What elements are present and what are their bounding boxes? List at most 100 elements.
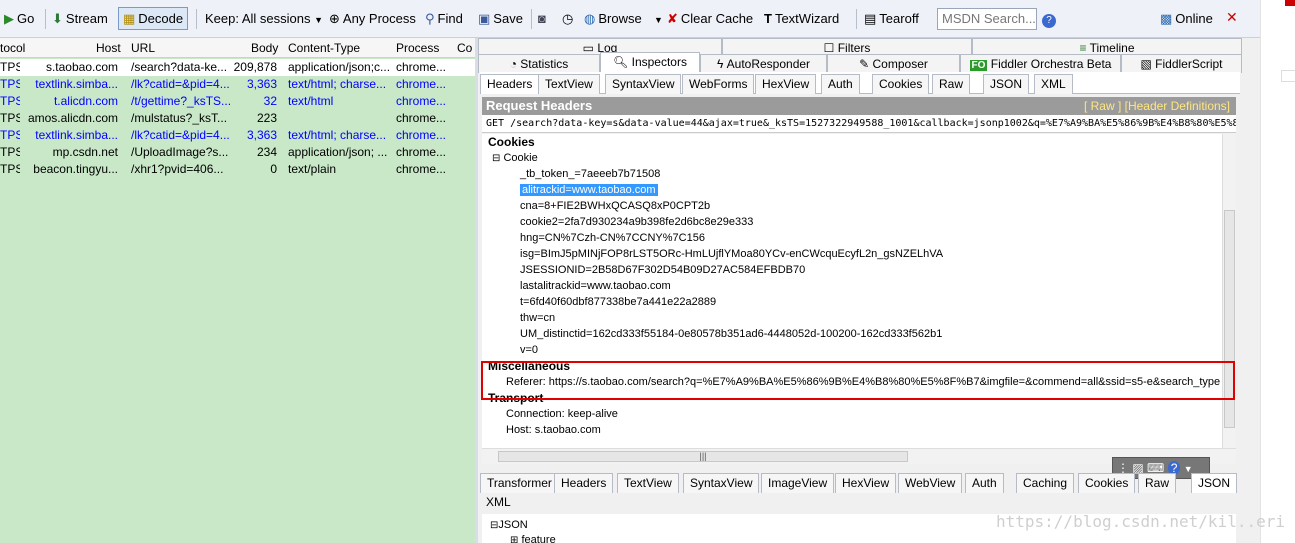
tab-json[interactable]: JSON	[983, 74, 1030, 94]
scrollbar-thumb[interactable]	[1224, 210, 1235, 428]
save-button[interactable]: ▣ Save	[478, 8, 523, 29]
cookie-item[interactable]: cna=8+FIE2BWHxQCASQ8xP0CPT2b	[520, 199, 710, 213]
cookie-item[interactable]: hng=CN%7Czh-CN%7CCNY%7C156	[520, 231, 705, 245]
expand-icon[interactable]: ⊞	[510, 535, 518, 543]
tab-resp-caching[interactable]: Caching	[1016, 473, 1075, 493]
network-icon: ▩	[1160, 11, 1173, 26]
scrollbar-thumb[interactable]: |||	[498, 451, 908, 462]
tab-resp-webview[interactable]: WebView	[898, 473, 963, 493]
tab-resp-cookies[interactable]: Cookies	[1078, 473, 1136, 493]
column-process[interactable]: Process	[396, 41, 439, 55]
tab-resp-hexview[interactable]: HexView	[835, 473, 897, 493]
tab-statistics[interactable]: ◔ Statistics	[478, 54, 600, 73]
cookie-item[interactable]: lastalitrackid=www.taobao.com	[520, 279, 671, 293]
clock-icon: ◷	[562, 11, 574, 26]
tab-textview[interactable]: TextView	[538, 74, 600, 94]
tab-raw[interactable]: Raw	[932, 74, 971, 94]
any-process-button[interactable]: ⊕ Any Process	[329, 8, 416, 29]
column-host[interactable]: Host	[96, 41, 121, 55]
collapse-icon[interactable]: ⊟	[492, 153, 500, 164]
cookie-item[interactable]: thw=cn	[520, 311, 555, 325]
column-url[interactable]: URL	[131, 41, 155, 55]
column-body[interactable]: Body	[251, 41, 278, 55]
cookie-node[interactable]: ⊟ Cookie	[492, 151, 538, 166]
tab-xml[interactable]: XML	[1034, 74, 1073, 94]
help-button[interactable]: ?	[1042, 8, 1059, 29]
clear-cache-button[interactable]: ✘ Clear Cache	[667, 8, 753, 29]
session-cell-process: chrome...	[396, 94, 447, 108]
tab-resp-xml[interactable]: XML	[480, 493, 517, 513]
session-cell-url: /search?data-ke...	[131, 60, 228, 74]
tab-resp-raw[interactable]: Raw	[1138, 473, 1177, 493]
column-content-type[interactable]: Content-Type	[288, 41, 360, 55]
script-icon: ▧	[1140, 57, 1152, 71]
tab-headers[interactable]: Headers	[480, 74, 540, 94]
cookie-item[interactable]: v=0	[520, 343, 538, 357]
screenshot-button[interactable]: ◙	[538, 8, 549, 29]
session-cell-url: /t/gettime?_ksTS...	[131, 94, 231, 108]
cookie-item[interactable]: alitrackid=www.taobao.com	[520, 183, 658, 197]
tab-resp-headers[interactable]: Headers	[554, 473, 614, 493]
tab-auth[interactable]: Auth	[821, 74, 860, 94]
transport-group-header: Transport	[488, 391, 544, 405]
table-row[interactable]: TPS textlink.simba... /lk?catid=&pid=4... 3…	[0, 127, 475, 144]
cookie-value: UM_distinctid=162cd333f55184-0e80578b351…	[520, 328, 943, 340]
table-row[interactable]: TPS beacon.tingyu... /xhr1?pvid=406... 0 tex…	[0, 161, 475, 178]
tab-cookies[interactable]: Cookies	[872, 74, 930, 94]
vertical-scrollbar[interactable]	[1222, 134, 1236, 448]
camera-icon: ◙	[538, 11, 546, 26]
tab-hexview[interactable]: HexView	[755, 74, 817, 94]
session-cell-process: chrome...	[396, 111, 447, 125]
tab-resp-syntaxview[interactable]: SyntaxView	[683, 473, 760, 493]
stream-button[interactable]: ⬇ Stream	[52, 8, 108, 29]
tab-composer[interactable]: ✎ Composer	[827, 54, 960, 73]
table-row[interactable]: TPS t.alicdn.com/t/gettime?_ksTS... 32 text…	[0, 93, 475, 110]
table-row[interactable]: TPS amos.alicdn.com/mulstatus?_ksT... 223 c…	[0, 110, 475, 127]
keep-sessions-dropdown[interactable]: Keep: All sessions ▼	[205, 8, 323, 29]
session-cell-body: 223	[256, 111, 277, 125]
tab-transformer[interactable]: Transformer	[480, 473, 559, 493]
session-cell-proto: TPS	[0, 162, 20, 176]
sessions-list[interactable]: tocol Host URL Body Content-Type Process…	[0, 38, 475, 543]
cookie-item[interactable]: JSESSIONID=2B58D67F302D54B09D27AC584EFBD…	[520, 263, 805, 277]
tab-resp-auth[interactable]: Auth	[965, 473, 1004, 493]
tab-syntaxview[interactable]: SyntaxView	[605, 74, 682, 94]
tab-fiddlerscript[interactable]: ▧ FiddlerScript	[1121, 54, 1242, 73]
tab-autoresponder[interactable]: ϟ AutoResponder	[700, 54, 827, 73]
sessions-header: tocol Host URL Body Content-Type Process…	[0, 38, 475, 58]
column-comments[interactable]: Co	[457, 41, 472, 55]
tab-webforms[interactable]: WebForms	[682, 74, 755, 94]
tearoff-button[interactable]: ▤ Tearoff	[864, 8, 919, 29]
cookie-item[interactable]: t=6fd40f60dbf877338be7a441e22a2889	[520, 295, 716, 309]
browse-dropdown[interactable]: ▼	[654, 8, 663, 29]
host-header[interactable]: Host: s.taobao.com	[506, 423, 601, 437]
cookie-item[interactable]: UM_distinctid=162cd333f55184-0e80578b351…	[520, 327, 942, 341]
tab-inspectors[interactable]: 🔍︎ Inspectors	[600, 52, 700, 72]
raw-header-definitions-links[interactable]: [ Raw ] [Header Definitions]	[1084, 97, 1230, 115]
table-row[interactable]: TPS textlink.simba... /lk?catid=&pid=4... 3…	[0, 76, 475, 93]
browse-button[interactable]: ◍ Browse	[584, 8, 642, 29]
tab-resp-json[interactable]: JSON	[1191, 473, 1238, 493]
tab-resp-textview[interactable]: TextView	[617, 473, 679, 493]
cookie-item[interactable]: isg=BImJ5pMINjFOP8rLST5ORc-HmLUjflYMoa80…	[520, 247, 943, 261]
tab-resp-imageview[interactable]: ImageView	[761, 473, 835, 493]
table-row[interactable]: TPS s.taobao.com/search?data-ke... 209,878…	[0, 59, 475, 76]
column-protocol[interactable]: tocol	[0, 41, 25, 55]
tab-fiddler-orchestra[interactable]: FO Fiddler Orchestra Beta	[960, 54, 1121, 73]
close-icon[interactable]: ✕	[1226, 9, 1238, 26]
connection-header[interactable]: Connection: keep-alive	[506, 407, 618, 421]
go-button[interactable]: ▶ Go	[4, 8, 34, 29]
cookie-item[interactable]: cookie2=2fa7d930234a9b398fe2d6bc8e29e333	[520, 215, 753, 229]
timer-button[interactable]: ◷	[562, 8, 576, 29]
json-node[interactable]: ⊟JSON	[490, 519, 528, 531]
table-row[interactable]: TPS mp.csdn.net/UploadImage?s... 234 applic…	[0, 144, 475, 161]
msdn-search-input[interactable]: MSDN Search...	[937, 8, 1037, 30]
decode-button[interactable]: ▦ Decode	[118, 7, 189, 30]
feature-node[interactable]: ⊞ feature	[510, 534, 556, 543]
cookie-item[interactable]: _tb_token_=7aeeeb7b71508	[520, 167, 660, 181]
online-status[interactable]: ▩ Online	[1160, 8, 1213, 29]
referer-header[interactable]: Referer: https://s.taobao.com/search?q=%…	[506, 375, 1220, 389]
find-button[interactable]: ⚲ Find	[425, 8, 463, 29]
inspector-pane: ▭ Log ☐ Filters ≡ Timeline ◔ Statistics …	[478, 38, 1260, 543]
textwizard-button[interactable]: T TextWizard	[764, 8, 839, 29]
